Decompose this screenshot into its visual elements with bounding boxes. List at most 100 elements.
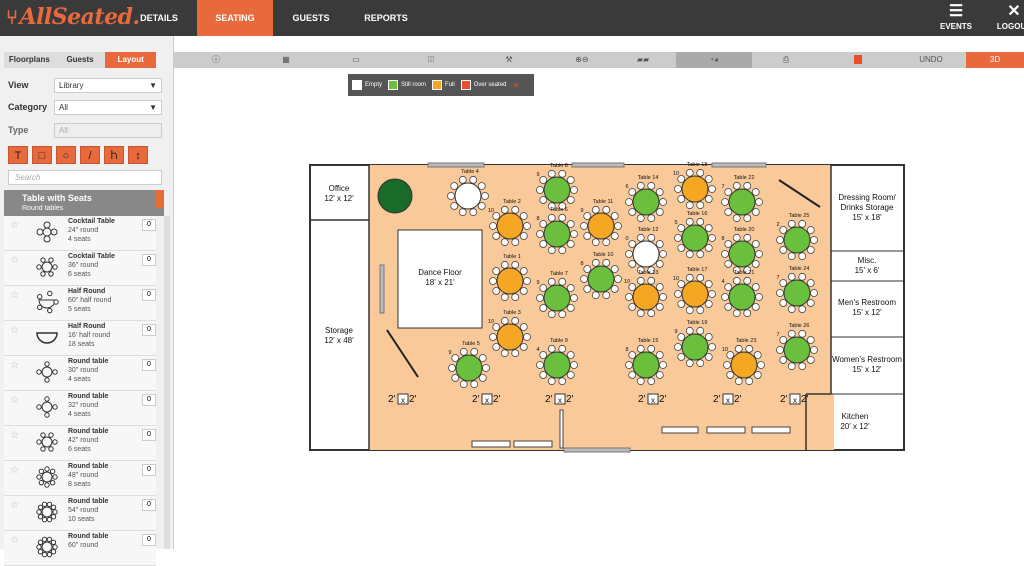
- seat[interactable]: [469, 175, 478, 184]
- seat[interactable]: [806, 336, 815, 344]
- seat[interactable]: [753, 371, 762, 379]
- seat[interactable]: [628, 371, 637, 379]
- seat[interactable]: [489, 222, 497, 230]
- seat[interactable]: [677, 333, 686, 341]
- seat[interactable]: [655, 351, 664, 359]
- seat[interactable]: [798, 272, 807, 281]
- seat[interactable]: [539, 304, 548, 312]
- seat[interactable]: [636, 344, 645, 353]
- seat[interactable]: [677, 195, 686, 203]
- seat[interactable]: [708, 290, 716, 298]
- seat[interactable]: [655, 188, 664, 196]
- seat[interactable]: [500, 316, 509, 325]
- seat[interactable]: [776, 346, 784, 354]
- round-table[interactable]: [496, 267, 524, 295]
- seat[interactable]: [655, 240, 664, 248]
- seat[interactable]: [732, 233, 741, 242]
- seat[interactable]: [570, 230, 578, 238]
- seat[interactable]: [704, 300, 713, 308]
- seat[interactable]: [628, 303, 637, 311]
- seat[interactable]: [798, 362, 807, 371]
- seat[interactable]: [806, 246, 815, 254]
- seat[interactable]: [566, 351, 575, 359]
- seat[interactable]: [450, 202, 459, 210]
- seat[interactable]: [602, 291, 611, 300]
- seat[interactable]: [753, 351, 762, 359]
- seat[interactable]: [732, 181, 741, 190]
- seat[interactable]: [787, 272, 796, 281]
- round-table[interactable]: [632, 240, 660, 268]
- seat[interactable]: [685, 306, 694, 315]
- seat[interactable]: [477, 202, 486, 210]
- seat[interactable]: [610, 232, 619, 240]
- seat[interactable]: [659, 250, 667, 258]
- seat[interactable]: [566, 220, 575, 228]
- seat[interactable]: [580, 275, 588, 283]
- seat[interactable]: [734, 344, 743, 353]
- seat[interactable]: [610, 285, 619, 293]
- round-table[interactable]: [681, 333, 709, 361]
- seat[interactable]: [704, 224, 713, 232]
- seat[interactable]: [511, 238, 520, 247]
- floorplan-canvas[interactable]: Office12' x 12' Storage12' x 48' Dressing …: [0, 0, 1024, 549]
- seat[interactable]: [628, 240, 637, 248]
- round-table[interactable]: [728, 188, 756, 216]
- seat[interactable]: [614, 222, 622, 230]
- seat[interactable]: [696, 201, 705, 210]
- seat[interactable]: [806, 279, 815, 287]
- seat[interactable]: [547, 213, 556, 222]
- seat[interactable]: [779, 356, 788, 364]
- seat[interactable]: [523, 333, 531, 341]
- seat[interactable]: [721, 250, 729, 258]
- round-table[interactable]: [681, 280, 709, 308]
- seat[interactable]: [523, 277, 531, 285]
- seat[interactable]: [677, 244, 686, 252]
- seat[interactable]: [602, 258, 611, 267]
- seat[interactable]: [724, 208, 733, 216]
- seat[interactable]: [583, 212, 592, 220]
- seat[interactable]: [674, 343, 682, 351]
- seat[interactable]: [655, 283, 664, 291]
- seat[interactable]: [798, 305, 807, 314]
- seat[interactable]: [755, 198, 763, 206]
- seat[interactable]: [776, 236, 784, 244]
- seat[interactable]: [751, 303, 760, 311]
- round-table[interactable]: [632, 188, 660, 216]
- seat[interactable]: [566, 196, 575, 204]
- seat[interactable]: [724, 240, 733, 248]
- round-table[interactable]: [681, 175, 709, 203]
- seat[interactable]: [547, 169, 556, 178]
- seat[interactable]: [489, 277, 497, 285]
- seat[interactable]: [743, 214, 752, 223]
- seat[interactable]: [459, 380, 468, 389]
- seat[interactable]: [539, 371, 548, 379]
- seat[interactable]: [743, 181, 752, 190]
- seat[interactable]: [647, 309, 656, 318]
- seat[interactable]: [580, 222, 588, 230]
- seat[interactable]: [519, 232, 528, 240]
- buffet-table[interactable]: [706, 426, 746, 434]
- seat[interactable]: [810, 289, 818, 297]
- seat[interactable]: [523, 222, 531, 230]
- round-table[interactable]: [543, 351, 571, 379]
- seat[interactable]: [610, 265, 619, 273]
- seat[interactable]: [798, 252, 807, 261]
- seat[interactable]: [696, 250, 705, 259]
- seat[interactable]: [602, 205, 611, 214]
- seat[interactable]: [558, 377, 567, 386]
- seat[interactable]: [519, 343, 528, 351]
- seat[interactable]: [647, 214, 656, 223]
- seat[interactable]: [636, 214, 645, 223]
- seat[interactable]: [547, 344, 556, 353]
- round-table[interactable]: [454, 182, 482, 210]
- seat[interactable]: [787, 305, 796, 314]
- seat[interactable]: [674, 234, 682, 242]
- seat[interactable]: [492, 287, 501, 295]
- seat[interactable]: [636, 233, 645, 242]
- seat[interactable]: [704, 175, 713, 183]
- seat[interactable]: [655, 208, 664, 216]
- seat[interactable]: [751, 283, 760, 291]
- seat[interactable]: [677, 353, 686, 361]
- seat[interactable]: [447, 192, 455, 200]
- seat[interactable]: [500, 238, 509, 247]
